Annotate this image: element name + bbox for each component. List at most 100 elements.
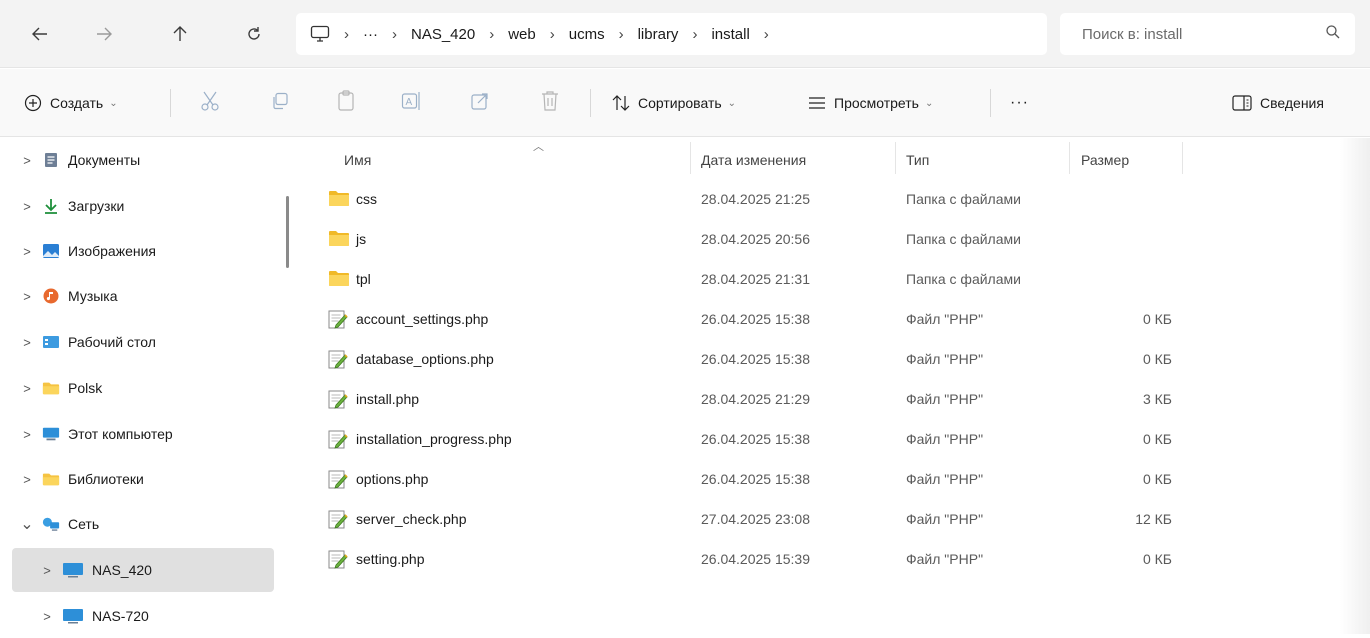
share-icon[interactable] [468, 89, 492, 113]
view-button[interactable]: Просмотреть ⌄ [808, 91, 933, 115]
folder-row[interactable]: css 28.04.2025 21:25 Папка с файлами [300, 179, 1370, 219]
file-size [1072, 259, 1172, 299]
back-icon[interactable] [24, 18, 56, 50]
documents-icon [42, 152, 60, 168]
breadcrumb-separator[interactable]: › [692, 26, 697, 43]
file-type: Файл "PHP" [906, 511, 984, 527]
sidebar-item-network[interactable]: ⌄ Сеть [12, 502, 274, 546]
chevron-right-icon[interactable]: > [32, 563, 62, 578]
breadcrumb-separator[interactable]: › [489, 26, 494, 43]
file-size: 12 КБ [1135, 511, 1172, 527]
refresh-icon[interactable] [238, 18, 270, 50]
chevron-right-icon[interactable]: > [12, 381, 42, 396]
folder-icon [42, 380, 60, 396]
file-row[interactable]: options.php 26.04.2025 15:38 Файл "PHP" 0 К… [300, 459, 1370, 499]
column-header-modified[interactable]: Дата изменения [701, 146, 806, 174]
breadcrumb-nas420[interactable]: NAS_420 [411, 26, 475, 43]
sidebar-item-pictures[interactable]: > Изображения [12, 229, 274, 273]
breadcrumb-install[interactable]: install [711, 26, 749, 43]
file-name: setting.php [356, 551, 425, 567]
column-header-size[interactable]: Размер [1081, 146, 1129, 174]
sidebar-item-label: Документы [68, 152, 141, 168]
chevron-right-icon[interactable]: > [12, 153, 42, 168]
sidebar-scrollbar[interactable] [286, 196, 289, 268]
column-header-name[interactable]: Имя [344, 146, 371, 174]
breadcrumb-separator[interactable]: › [550, 26, 555, 43]
file-modified: 28.04.2025 21:31 [701, 271, 810, 287]
sidebar-item-downloads[interactable]: > Загрузки [12, 184, 274, 228]
chevron-right-icon[interactable]: > [12, 472, 42, 487]
sidebar-item-label: Сеть [68, 516, 100, 532]
chevron-right-icon[interactable]: > [12, 289, 42, 304]
file-name: installation_progress.php [356, 431, 512, 447]
create-label: Создать [50, 95, 104, 111]
toolbar-divider [590, 89, 591, 117]
up-icon[interactable] [164, 18, 196, 50]
file-row[interactable]: server_check.php 27.04.2025 23:08 Файл "PH… [300, 499, 1370, 539]
sidebar-item-music[interactable]: > Музыка [12, 274, 274, 318]
chevron-right-icon[interactable]: > [12, 335, 42, 350]
rename-icon[interactable]: A [400, 89, 424, 113]
delete-icon[interactable] [538, 89, 562, 113]
breadcrumb-overflow[interactable]: ··· [363, 26, 378, 43]
file-row[interactable]: database_options.php 26.04.2025 15:38 Файл… [300, 339, 1370, 379]
search-input[interactable]: Поиск в: install [1060, 13, 1355, 55]
copy-icon[interactable] [268, 89, 292, 113]
breadcrumb-separator[interactable]: › [392, 26, 397, 43]
paste-icon[interactable] [334, 89, 358, 113]
file-type: Файл "PHP" [906, 311, 984, 327]
folder-row[interactable]: tpl 28.04.2025 21:31 Папка с файлами [300, 259, 1370, 299]
details-pane-icon [1232, 95, 1252, 111]
file-name: options.php [356, 471, 429, 487]
file-type: Папка с файлами [906, 231, 1021, 247]
file-row[interactable]: setting.php 26.04.2025 15:39 Файл "PHP" 0 К… [300, 539, 1370, 579]
file-modified: 26.04.2025 15:38 [701, 351, 810, 367]
column-divider[interactable] [1182, 142, 1183, 174]
file-type: Папка с файлами [906, 191, 1021, 207]
cut-icon[interactable] [198, 89, 222, 113]
folder-icon [328, 269, 350, 289]
column-divider[interactable] [1069, 142, 1070, 174]
forward-icon[interactable] [88, 18, 120, 50]
create-button[interactable]: Создать ⌄ [24, 91, 118, 115]
address-bar[interactable]: › ··· › NAS_420 › web › ucms › library ›… [296, 13, 1047, 55]
php-file-icon [328, 429, 350, 449]
php-file-icon [328, 349, 350, 369]
sidebar-item-this-pc[interactable]: > Этот компьютер [12, 412, 274, 456]
chevron-right-icon[interactable]: > [12, 199, 42, 214]
file-name: account_settings.php [356, 311, 489, 327]
column-header-type[interactable]: Тип [906, 146, 929, 174]
file-row[interactable]: installation_progress.php 26.04.2025 15:3… [300, 419, 1370, 459]
sidebar-item-documents[interactable]: > Документы [12, 138, 274, 182]
breadcrumb-separator[interactable]: › [619, 26, 624, 43]
computer-icon [62, 562, 84, 578]
folder-icon [42, 471, 60, 487]
sidebar-item-nas-720[interactable]: > NAS-720 [12, 594, 274, 638]
details-label: Сведения [1260, 95, 1324, 111]
column-divider[interactable] [690, 142, 691, 174]
chevron-down-icon[interactable]: ⌄ [12, 514, 42, 534]
chevron-right-icon[interactable]: > [12, 244, 42, 259]
sort-ascending-icon: ︿ [533, 141, 544, 153]
sidebar-item-label: Рабочий стол [68, 334, 156, 350]
chevron-right-icon[interactable]: > [32, 609, 62, 624]
more-options-button[interactable]: ··· [1010, 91, 1029, 115]
breadcrumb-web[interactable]: web [508, 26, 536, 43]
file-size [1072, 179, 1172, 219]
breadcrumb-library[interactable]: library [638, 26, 679, 43]
file-row[interactable]: install.php 28.04.2025 21:29 Файл "PHP" 3 К… [300, 379, 1370, 419]
sidebar-item-libraries[interactable]: > Библиотеки [12, 457, 274, 501]
sort-button[interactable]: Сортировать ⌄ [612, 91, 736, 115]
sidebar-item-nas-420[interactable]: > NAS_420 [12, 548, 274, 592]
file-row[interactable]: account_settings.php 26.04.2025 15:38 Файл… [300, 299, 1370, 339]
sidebar-item-polsk[interactable]: > Polsk [12, 366, 274, 410]
sidebar-item-desktop[interactable]: > Рабочий стол [12, 320, 274, 364]
details-button[interactable]: Сведения [1232, 91, 1324, 115]
chevron-right-icon[interactable]: > [12, 427, 42, 442]
sidebar-item-label: Библиотеки [68, 471, 144, 487]
breadcrumb-separator[interactable]: › [764, 26, 769, 43]
chevron-down-icon: ⌄ [727, 97, 737, 109]
folder-row[interactable]: js 28.04.2025 20:56 Папка с файлами [300, 219, 1370, 259]
column-divider[interactable] [895, 142, 896, 174]
breadcrumb-ucms[interactable]: ucms [569, 26, 605, 43]
